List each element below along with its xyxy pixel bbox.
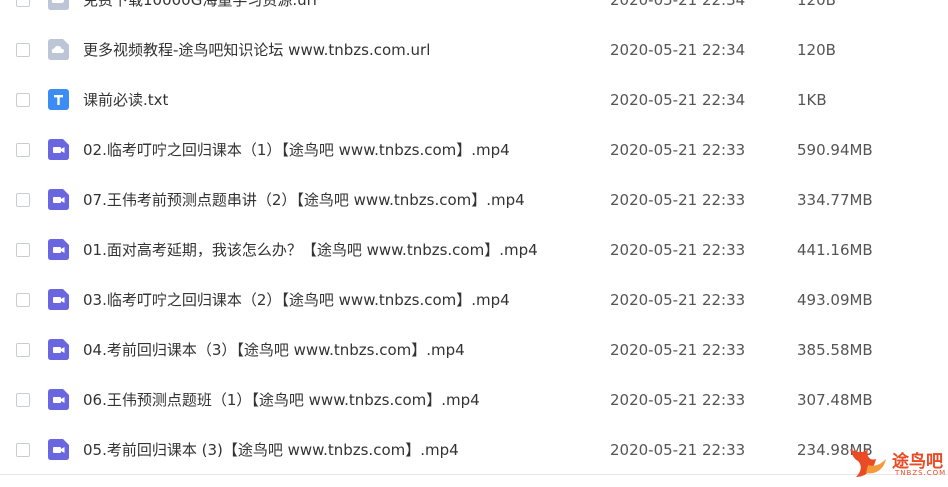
row-checkbox[interactable]: [16, 343, 30, 357]
file-row[interactable]: 04.考前回归课本（3）【途鸟吧 www.tnbzs.com】.mp4 2020-…: [0, 325, 948, 375]
file-date: 2020-05-21 22:33: [610, 291, 746, 309]
file-size: 385.58MB: [797, 341, 873, 359]
row-checkbox[interactable]: [16, 0, 30, 7]
video-file-icon: [48, 289, 69, 310]
file-row[interactable]: 06.王伟预测点题班（1）【途鸟吧 www.tnbzs.com】.mp4 2020…: [0, 375, 948, 425]
row-checkbox[interactable]: [16, 43, 30, 57]
file-name[interactable]: 01.面对高考延期，我该怎么办？【途鸟吧 www.tnbzs.com】.mp4: [83, 240, 538, 260]
video-file-icon: [48, 239, 69, 260]
file-date: 2020-05-21 22:33: [610, 341, 746, 359]
video-file-icon: [48, 139, 69, 160]
file-date: 2020-05-21 22:34: [610, 0, 746, 9]
file-row[interactable]: 课前必读.txt 2020-05-21 22:34 1KB: [0, 75, 948, 125]
file-row[interactable]: 03.临考叮咛之回归课本（2）【途鸟吧 www.tnbzs.com】.mp4 20…: [0, 275, 948, 325]
row-checkbox[interactable]: [16, 193, 30, 207]
file-size: 441.16MB: [797, 241, 873, 259]
row-checkbox[interactable]: [16, 243, 30, 257]
list-divider: [0, 474, 948, 475]
text-file-icon: [48, 89, 69, 110]
watermark-logo: 途鸟吧 TNBZS.COM: [844, 443, 948, 483]
file-list: 免费下载10000G海量学习资源.url 2020-05-21 22:34 120B…: [0, 0, 948, 475]
row-checkbox[interactable]: [16, 393, 30, 407]
file-row[interactable]: 免费下载10000G海量学习资源.url 2020-05-21 22:34 120B: [0, 0, 948, 25]
file-date: 2020-05-21 22:33: [610, 391, 746, 409]
file-name[interactable]: 课前必读.txt: [83, 90, 168, 110]
file-name[interactable]: 04.考前回归课本（3）【途鸟吧 www.tnbzs.com】.mp4: [83, 340, 465, 360]
bird-logo-icon: [850, 449, 886, 477]
file-row[interactable]: 01.面对高考延期，我该怎么办？【途鸟吧 www.tnbzs.com】.mp4 2…: [0, 225, 948, 275]
file-size: 590.94MB: [797, 141, 873, 159]
file-size: 120B: [797, 41, 836, 59]
file-row[interactable]: 05.考前回归课本 (3)【途鸟吧 www.tnbzs.com】.mp4 2020…: [0, 425, 948, 475]
file-name[interactable]: 免费下载10000G海量学习资源.url: [83, 0, 317, 10]
video-file-icon: [48, 389, 69, 410]
file-name[interactable]: 07.王伟考前预测点题串讲（2）【途鸟吧 www.tnbzs.com】.mp4: [83, 190, 525, 210]
file-date: 2020-05-21 22:34: [610, 41, 746, 59]
video-file-icon: [48, 189, 69, 210]
row-checkbox[interactable]: [16, 93, 30, 107]
file-name[interactable]: 02.临考叮咛之回归课本（1）【途鸟吧 www.tnbzs.com】.mp4: [83, 140, 510, 160]
row-checkbox[interactable]: [16, 443, 30, 457]
file-name[interactable]: 06.王伟预测点题班（1）【途鸟吧 www.tnbzs.com】.mp4: [83, 390, 480, 410]
file-row[interactable]: 07.王伟考前预测点题串讲（2）【途鸟吧 www.tnbzs.com】.mp4 2…: [0, 175, 948, 225]
file-size: 120B: [797, 0, 836, 9]
file-date: 2020-05-21 22:33: [610, 441, 746, 459]
cloud-link-icon: [48, 39, 69, 60]
file-date: 2020-05-21 22:34: [610, 91, 746, 109]
file-size: 307.48MB: [797, 391, 873, 409]
file-row[interactable]: 更多视频教程-途鸟吧知识论坛 www.tnbzs.com.url 2020-05-…: [0, 25, 948, 75]
file-date: 2020-05-21 22:33: [610, 191, 746, 209]
file-size: 493.09MB: [797, 291, 873, 309]
file-name[interactable]: 更多视频教程-途鸟吧知识论坛 www.tnbzs.com.url: [83, 40, 430, 60]
file-size: 1KB: [797, 91, 827, 109]
file-name[interactable]: 03.临考叮咛之回归课本（2）【途鸟吧 www.tnbzs.com】.mp4: [83, 290, 510, 310]
file-date: 2020-05-21 22:33: [610, 141, 746, 159]
row-checkbox[interactable]: [16, 143, 30, 157]
cloud-link-icon: [48, 0, 69, 10]
row-checkbox[interactable]: [16, 293, 30, 307]
file-date: 2020-05-21 22:33: [610, 241, 746, 259]
file-size: 334.77MB: [797, 191, 873, 209]
video-file-icon: [48, 439, 69, 460]
watermark-subtitle: TNBZS.COM: [895, 469, 947, 477]
file-row[interactable]: 02.临考叮咛之回归课本（1）【途鸟吧 www.tnbzs.com】.mp4 20…: [0, 125, 948, 175]
file-name[interactable]: 05.考前回归课本 (3)【途鸟吧 www.tnbzs.com】.mp4: [83, 440, 459, 460]
video-file-icon: [48, 339, 69, 360]
